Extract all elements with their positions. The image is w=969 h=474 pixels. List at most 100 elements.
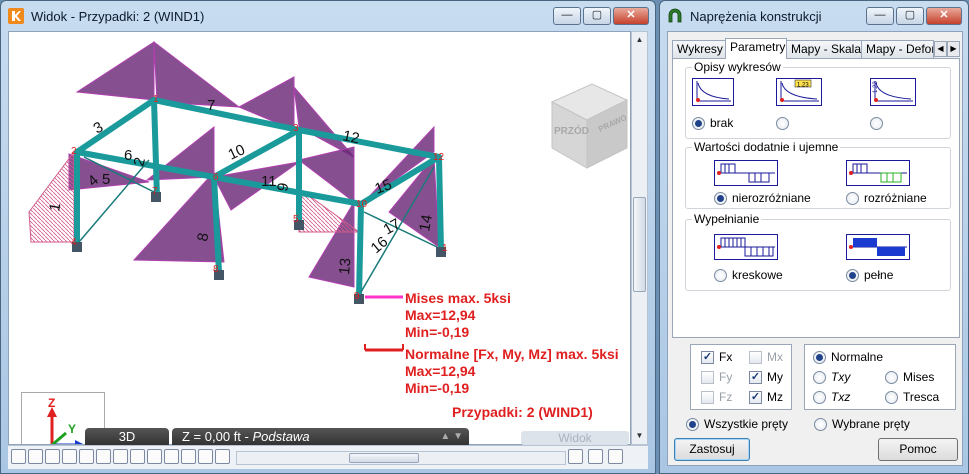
- help-button[interactable]: Pomoc: [878, 438, 958, 461]
- radio-desc-max[interactable]: [776, 117, 789, 130]
- values-same-icon[interactable]: [714, 160, 778, 186]
- member-label: 5: [102, 171, 110, 188]
- checkbox-my[interactable]: ✓: [749, 371, 762, 384]
- level-arrows-icon[interactable]: ▲ ▼: [440, 428, 463, 445]
- checkbox-fy-label: Fy: [719, 370, 733, 384]
- dialog-maximize-button[interactable]: ▢: [896, 7, 924, 25]
- dialog-title-bar[interactable]: Naprężenia konstrukcji — ▢ ✕: [660, 1, 968, 31]
- desc-value-label: 1.23: [873, 81, 879, 93]
- tab-mapy-skala[interactable]: Mapy - Skala: [786, 40, 862, 58]
- grid-icon[interactable]: [181, 449, 196, 464]
- view-window: Widok - Przypadki: 2 (WIND1) — ▢ ✕ 1 3 2…: [0, 0, 656, 474]
- mises-legend: Mises max. 5ksi Max=12,94 Min=-0,19: [405, 290, 511, 341]
- checkbox-fy[interactable]: [701, 371, 714, 384]
- view-toolbar: [8, 445, 648, 469]
- checkbox-mz-label: Mz: [767, 390, 783, 404]
- radio-normal[interactable]: [813, 351, 826, 364]
- radio-mises[interactable]: [885, 371, 898, 384]
- desc-all-icon[interactable]: 1.23: [870, 78, 916, 106]
- offset-icon[interactable]: [130, 449, 145, 464]
- tab-right-icon[interactable]: ▶: [947, 41, 960, 57]
- node-label: 10: [356, 199, 368, 210]
- member-label: 12: [341, 127, 361, 147]
- fill-solid-icon[interactable]: [846, 234, 910, 260]
- hatch-icon[interactable]: [198, 449, 213, 464]
- member-label: 13: [336, 257, 354, 275]
- radio-all-members[interactable]: [686, 418, 699, 431]
- hscroll-thumb[interactable]: [349, 453, 419, 463]
- values-distinct-icon[interactable]: [846, 160, 910, 186]
- parametry-page: Opisy wykresów 1.23 1.23 brak Wartości d…: [672, 58, 960, 338]
- view-mode-button[interactable]: 3D: [85, 428, 169, 445]
- tab-left-icon[interactable]: ◀: [934, 41, 947, 57]
- horizontal-scrollbar[interactable]: [236, 451, 566, 465]
- axis-z-label: Z: [48, 396, 55, 410]
- panel-icon[interactable]: [113, 449, 128, 464]
- tab-wykresy[interactable]: Wykresy: [672, 40, 726, 58]
- desc-max-icon[interactable]: 1.23: [776, 78, 822, 106]
- desc-none-icon[interactable]: [692, 78, 734, 106]
- radio-values-same[interactable]: [714, 192, 727, 205]
- radio-txy[interactable]: [813, 371, 826, 384]
- render-icon[interactable]: [608, 449, 623, 464]
- scroll-down-icon[interactable]: ▼: [632, 428, 647, 444]
- cursor-icon[interactable]: [588, 449, 603, 464]
- checkbox-mx[interactable]: [749, 351, 762, 364]
- tab-mapy-deformacje[interactable]: Mapy - Defor: [861, 40, 934, 58]
- close-button[interactable]: ✕: [613, 7, 649, 25]
- apply-button[interactable]: Zastosuj: [674, 438, 750, 461]
- node-numbers-icon[interactable]: [28, 449, 43, 464]
- stress-diagram-hatched: [28, 150, 75, 243]
- dialog-minimize-button[interactable]: —: [866, 7, 894, 25]
- scroll-thumb[interactable]: [633, 197, 646, 292]
- scroll-up-icon[interactable]: ▲: [632, 32, 647, 48]
- group-wypelnianie-title: Wypełnianie: [692, 212, 762, 226]
- radio-mises-label: Mises: [903, 370, 935, 384]
- release-icon[interactable]: [96, 449, 111, 464]
- group-wypelnianie: Wypełnianie kreskowe pełne: [685, 212, 951, 291]
- checkbox-fz[interactable]: [701, 391, 714, 404]
- radio-fill-hatch[interactable]: [714, 269, 727, 282]
- dimension-icon[interactable]: [164, 449, 179, 464]
- vertical-scrollbar[interactable]: ▲ ▼: [631, 31, 648, 445]
- checkbox-fx[interactable]: ✓: [701, 351, 714, 364]
- component-checkboxes: ✓ Fx Mx Fy ✓ My Fz ✓ Mz: [690, 344, 792, 410]
- radio-selected-members[interactable]: [814, 418, 827, 431]
- desc-value-label: 1.23: [797, 83, 809, 89]
- radio-fill-solid[interactable]: [846, 269, 859, 282]
- eye-icon[interactable]: [215, 449, 230, 464]
- member-label: 6: [124, 147, 132, 164]
- view-cube[interactable]: PRZÓD PRAWO: [542, 72, 631, 172]
- supports-icon[interactable]: [11, 449, 26, 464]
- normal-legend: Normalne [Fx, My, Mz] max. 5ksi Max=12,9…: [405, 346, 619, 397]
- radio-tresca[interactable]: [885, 391, 898, 404]
- tab-scroll: ◀ ▶: [934, 40, 962, 57]
- member-numbers-icon[interactable]: [45, 449, 60, 464]
- app-logo-icon: [8, 8, 24, 24]
- node-label: 1: [153, 94, 159, 105]
- tab-parametry[interactable]: Parametry: [725, 38, 787, 59]
- loads-icon[interactable]: [62, 449, 77, 464]
- title-bar[interactable]: Widok - Przypadki: 2 (WIND1) — ▢ ✕: [1, 1, 655, 31]
- minimize-button[interactable]: —: [553, 7, 581, 25]
- fill-hatch-icon[interactable]: [714, 234, 778, 260]
- radio-txz[interactable]: [813, 391, 826, 404]
- dialog-close-button[interactable]: ✕: [926, 7, 962, 25]
- checkbox-fx-label: Fx: [719, 350, 733, 364]
- radio-desc-none-label: brak: [710, 116, 734, 130]
- member-label: 11: [261, 173, 277, 190]
- radio-desc-all[interactable]: [870, 117, 883, 130]
- maximize-button[interactable]: ▢: [583, 7, 611, 25]
- radio-all-members-label: Wszystkie pręty: [704, 417, 789, 431]
- delete-view-icon[interactable]: [568, 449, 583, 464]
- values-icon[interactable]: [147, 449, 162, 464]
- radio-values-distinct[interactable]: [846, 192, 859, 205]
- level-name: Podstawa: [252, 429, 310, 444]
- radio-desc-none[interactable]: [692, 117, 705, 130]
- sections-icon[interactable]: [79, 449, 94, 464]
- dialog-title: Naprężenia konstrukcji: [690, 9, 822, 24]
- checkbox-mz[interactable]: ✓: [749, 391, 762, 404]
- structure-3d-view[interactable]: 1 3 2 6 10 12 7 4 8 9 1 5 1 2 3 4 5 6 7 …: [8, 31, 631, 445]
- level-selector[interactable]: Z = 0,00 ft - Podstawa ▲ ▼: [172, 428, 469, 445]
- checkbox-my-label: My: [767, 370, 783, 384]
